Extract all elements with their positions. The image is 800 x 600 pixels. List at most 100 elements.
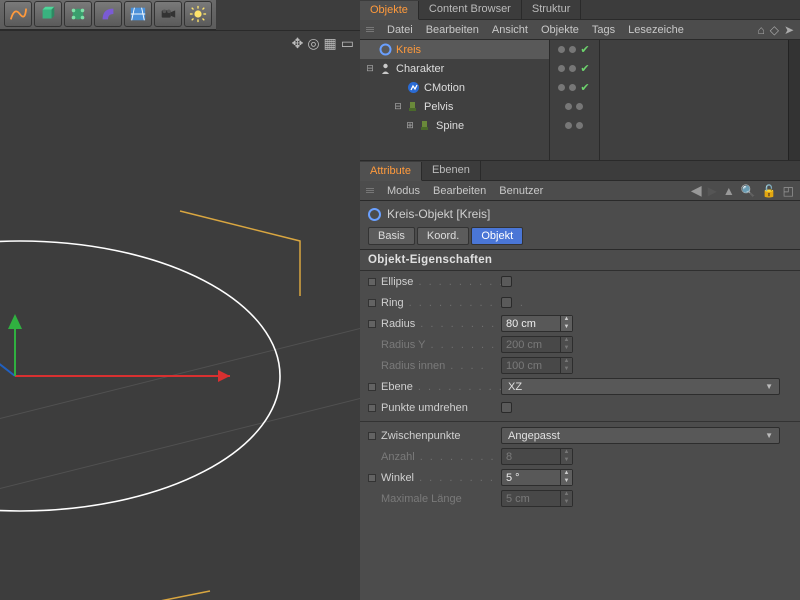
prop-flip: Punkte umdrehen <box>360 397 800 418</box>
spin-up-icon[interactable]: ▲ <box>561 316 572 324</box>
anim-dot[interactable] <box>368 299 376 307</box>
field-winkel[interactable]: ▲▼ <box>501 469 573 486</box>
prop-label: Ebene <box>381 381 413 393</box>
character-icon <box>378 62 392 76</box>
attr-panel-tabs: Attribute Ebenen <box>360 161 800 181</box>
tab-content-browser[interactable]: Content Browser <box>419 0 522 19</box>
input-winkel[interactable] <box>501 469 560 486</box>
vis-row[interactable] <box>550 97 599 116</box>
tree-row-kreis[interactable]: Kreis <box>360 40 549 59</box>
panel-grip-icon[interactable] <box>366 188 374 193</box>
vis-row[interactable] <box>550 116 599 135</box>
anim-dot[interactable] <box>368 278 376 286</box>
tree-row-spine[interactable]: ⊞ Spine <box>360 116 549 135</box>
prop-label: Maximale Länge <box>381 493 462 505</box>
anim-dot[interactable] <box>368 320 376 328</box>
om-menu-objects[interactable]: Objekte <box>541 24 579 36</box>
om-menu-bookmarks[interactable]: Lesezeiche <box>628 24 684 36</box>
attr-tab-coord[interactable]: Koord. <box>417 227 469 245</box>
nav-up-icon[interactable]: ▲ <box>723 184 735 198</box>
prop-radius: Radius . . . . . . . . . . . ▲▼ <box>360 313 800 334</box>
anim-dot[interactable] <box>368 474 376 482</box>
tool-primitive-cube[interactable] <box>34 1 62 27</box>
attr-menu-user[interactable]: Benutzer <box>499 185 543 197</box>
panel-grip-icon[interactable] <box>366 27 374 32</box>
tree-row-pelvis[interactable]: ⊟ Pelvis <box>360 97 549 116</box>
om-menu-view[interactable]: Ansicht <box>492 24 528 36</box>
spin-down-icon: ▼ <box>561 345 572 353</box>
input-anzahl <box>501 448 560 465</box>
tool-floor[interactable] <box>124 1 152 27</box>
tab-layers[interactable]: Ebenen <box>422 161 481 180</box>
prop-winkel: Winkel . . . . . . . . . . . ▲▼ <box>360 467 800 488</box>
tree-row-charakter[interactable]: ⊟ Charakter <box>360 59 549 78</box>
lock-icon[interactable]: 🔓 <box>762 184 777 198</box>
chevron-down-icon: ▼ <box>765 382 773 391</box>
arrow-icon[interactable]: ➤ <box>784 23 794 37</box>
tab-structure[interactable]: Struktur <box>522 0 582 19</box>
tree-row-cmotion[interactable]: CMotion <box>360 78 549 97</box>
home-icon[interactable]: ⌂ <box>757 23 764 37</box>
om-tags-column[interactable] <box>600 40 789 160</box>
spin-down-icon[interactable]: ▼ <box>561 324 572 332</box>
tool-light[interactable] <box>184 1 212 27</box>
tab-attribute[interactable]: Attribute <box>360 162 422 181</box>
tool-camera[interactable] <box>154 1 182 27</box>
attr-tab-basis[interactable]: Basis <box>368 227 415 245</box>
vis-row[interactable]: ✔ <box>550 59 599 78</box>
nav-back-icon[interactable]: ◀ <box>691 182 702 199</box>
om-tabs: Objekte Content Browser Struktur <box>360 0 800 20</box>
anim-dot[interactable] <box>368 432 376 440</box>
field-anzahl: ▲▼ <box>501 448 573 465</box>
expander-icon[interactable]: ⊟ <box>364 63 376 75</box>
spin-up-icon: ▲ <box>561 337 572 345</box>
vis-row[interactable]: ✔ <box>550 78 599 97</box>
prop-label: Winkel <box>381 472 414 484</box>
combo-zwischenpunkte[interactable]: Angepasst▼ <box>501 427 780 444</box>
prop-anzahl: Anzahl . . . . . . . . . . . ▲▼ <box>360 446 800 467</box>
spin-down-icon[interactable]: ▼ <box>561 478 572 486</box>
chevron-down-icon: ▼ <box>765 431 773 440</box>
attr-tab-object[interactable]: Objekt <box>471 227 523 245</box>
nav-fwd-icon[interactable]: ▶ <box>708 184 717 198</box>
checkbox-ring[interactable] <box>501 297 512 308</box>
divider <box>360 421 800 422</box>
attr-menu-mode[interactable]: Modus <box>387 185 420 197</box>
om-menu-edit[interactable]: Bearbeiten <box>426 24 479 36</box>
om-menu-file[interactable]: Datei <box>387 24 413 36</box>
expander-icon[interactable] <box>392 82 404 94</box>
top-toolbar <box>0 0 216 30</box>
vis-row[interactable]: ✔ <box>550 40 599 59</box>
expander-icon[interactable]: ⊞ <box>404 120 416 132</box>
tree-label: Pelvis <box>424 101 453 113</box>
om-tree[interactable]: Kreis ⊟ Charakter CMotion ⊟ Pelvis ⊞ Spi… <box>360 40 550 160</box>
prop-radius-y: Radius Y . . . . . . . . . ▲▼ <box>360 334 800 355</box>
prop-radius-inner: Radius innen . . . . ▲▼ <box>360 355 800 376</box>
anim-dot[interactable] <box>368 383 376 391</box>
attr-menu-edit[interactable]: Bearbeiten <box>433 185 486 197</box>
expander-icon[interactable]: ⊟ <box>392 101 404 113</box>
tab-objects[interactable]: Objekte <box>360 1 419 20</box>
spin-up-icon: ▲ <box>561 491 572 499</box>
eye-icon[interactable]: ◇ <box>770 23 779 37</box>
checkbox-ellipse[interactable] <box>501 276 512 287</box>
om-menu-tags[interactable]: Tags <box>592 24 615 36</box>
new-icon[interactable]: ◰ <box>783 184 794 198</box>
field-radius[interactable]: ▲▼ <box>501 315 573 332</box>
combo-ebene[interactable]: XZ ▼ <box>501 378 780 395</box>
scrollbar[interactable] <box>788 40 800 160</box>
viewport[interactable]: ✥ ◎ ▦ ▭ <box>0 30 360 600</box>
tool-bend[interactable] <box>94 1 122 27</box>
spin-up-icon[interactable]: ▲ <box>561 470 572 478</box>
anim-dot[interactable] <box>368 404 376 412</box>
expander-icon[interactable] <box>364 44 376 56</box>
input-radius[interactable] <box>501 315 560 332</box>
search-icon[interactable]: 🔍 <box>741 184 756 198</box>
tool-deformer-cage[interactable] <box>64 1 92 27</box>
prop-ebene: Ebene . . . . . . . . . . . . XZ▼ <box>360 376 800 397</box>
tool-spline[interactable] <box>4 1 32 27</box>
object-title: Kreis-Objekt [Kreis] <box>387 207 490 221</box>
combo-value: XZ <box>508 381 522 393</box>
prop-label: Radius <box>381 318 415 330</box>
checkbox-flip[interactable] <box>501 402 512 413</box>
